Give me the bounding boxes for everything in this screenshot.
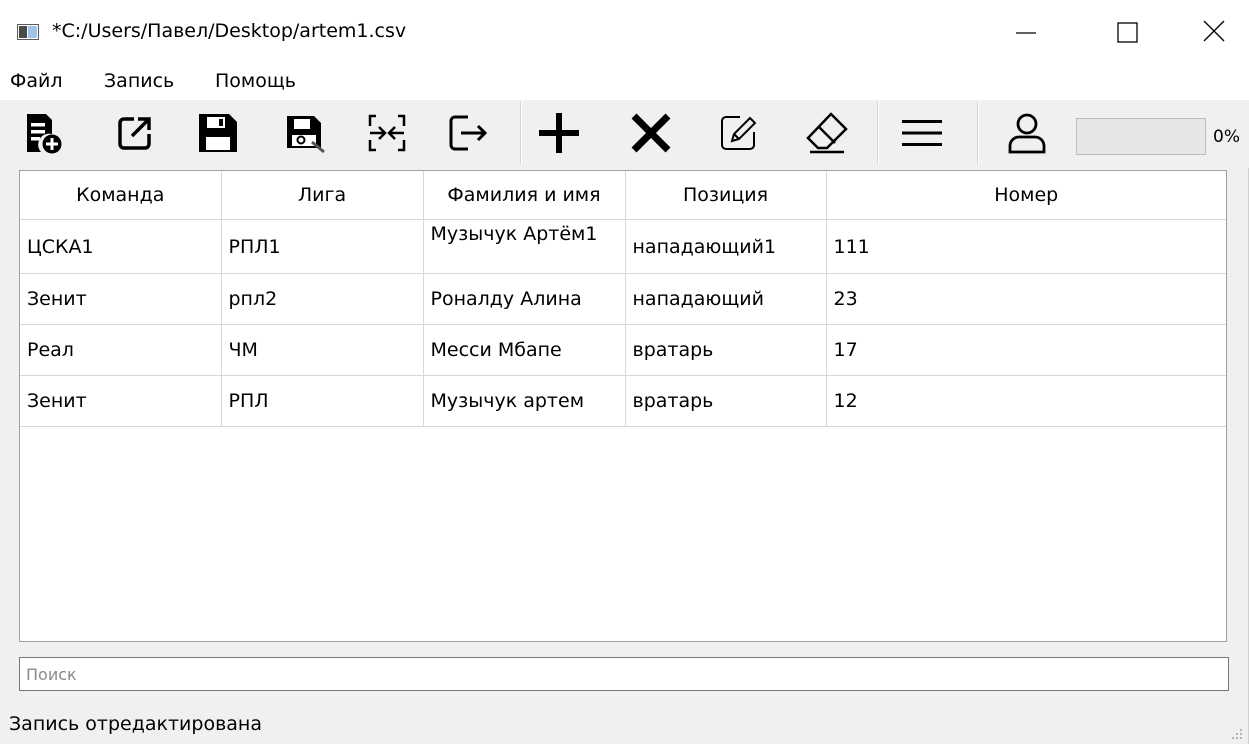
table-cell[interactable]: Реал [20, 324, 222, 376]
column-header-team[interactable]: Команда [20, 171, 222, 220]
convert-button[interactable] [362, 108, 412, 158]
clear-button[interactable] [802, 108, 852, 158]
user-icon [1008, 113, 1046, 154]
delete-record-button[interactable] [626, 108, 676, 158]
edit-record-button[interactable] [714, 108, 764, 158]
table-cell[interactable]: Зенит [20, 375, 222, 427]
table-cell[interactable]: 23 [826, 273, 1226, 325]
table-cell[interactable]: ЦСКА1 [20, 219, 222, 274]
maximize-button[interactable] [1098, 8, 1154, 54]
table-cell[interactable]: нападающий1 [625, 219, 827, 274]
toolbar: 0% [0, 100, 1249, 168]
table-row[interactable]: Зенит рпл2 Роналду Алина нападающий 23 [20, 273, 1226, 325]
exit-button[interactable] [443, 108, 493, 158]
toolbar-separator [520, 102, 522, 164]
table-cell[interactable]: ЧМ [221, 324, 424, 376]
table-cell[interactable]: Зенит [20, 273, 222, 325]
save-icon [199, 114, 237, 152]
save-as-icon [287, 116, 325, 154]
table-cell[interactable]: Музычук Артём1 [423, 219, 626, 274]
column-header-league[interactable]: Лига [221, 171, 424, 220]
column-header-position[interactable]: Позиция [625, 171, 827, 220]
menu-bar: Файл Запись Помощь [0, 62, 1249, 100]
table-cell[interactable]: Музычук артем [423, 375, 626, 427]
new-file-icon [27, 114, 62, 154]
title-bar: *C:/Users/Павел/Desktop/artem1.csv [0, 0, 1249, 62]
column-header-number[interactable]: Номер [826, 171, 1226, 220]
convert-icon [368, 114, 406, 152]
table-row[interactable]: ЦСКА1 РПЛ1 Музычук Артём1 нападающий1 11… [20, 219, 1226, 274]
menu-help[interactable]: Помощь [215, 67, 296, 95]
save-as-button[interactable] [280, 108, 330, 158]
new-file-button[interactable] [19, 108, 69, 158]
table-row[interactable]: Зенит РПЛ Музычук артем вратарь 12 [20, 375, 1226, 427]
menu-record[interactable]: Запись [104, 67, 174, 95]
search-input[interactable] [19, 657, 1229, 691]
close-button[interactable] [1186, 8, 1242, 54]
edit-icon [721, 116, 757, 150]
records-table[interactable]: Команда Лига Фамилия и имя Позиция Номер… [19, 170, 1227, 642]
progress-bar [1076, 118, 1206, 155]
open-external-icon [118, 117, 151, 150]
app-icon [17, 24, 39, 40]
minimize-button[interactable] [998, 8, 1054, 54]
table-cell[interactable]: вратарь [625, 324, 827, 376]
table-cell[interactable]: 111 [826, 219, 1226, 274]
close-icon [1203, 20, 1225, 42]
main-window: *C:/Users/Павел/Desktop/artem1.csv Файл … [0, 0, 1249, 744]
resize-grip-icon[interactable] [1229, 726, 1243, 740]
table-row[interactable]: Реал ЧМ Месси Мбапе вратарь 17 [20, 324, 1226, 376]
minimize-icon [1016, 32, 1036, 34]
eraser-icon [806, 112, 848, 154]
maximize-icon [1117, 22, 1138, 43]
progress-label: 0% [1213, 127, 1240, 147]
menu-icon [902, 120, 942, 146]
window-title: *C:/Users/Павел/Desktop/artem1.csv [52, 20, 407, 42]
save-button[interactable] [193, 108, 243, 158]
exit-icon [449, 115, 488, 151]
table-cell[interactable]: РПЛ1 [221, 219, 424, 274]
open-button[interactable] [110, 108, 160, 158]
toolbar-separator [877, 102, 879, 164]
status-message: Запись отредактирована [9, 713, 262, 735]
delete-icon [631, 113, 671, 153]
table-cell[interactable]: Роналду Алина [423, 273, 626, 325]
table-cell[interactable]: нападающий [625, 273, 827, 325]
status-bar: Запись отредактирована [0, 702, 1249, 744]
user-button[interactable] [1002, 108, 1052, 158]
menu-file[interactable]: Файл [10, 67, 63, 95]
toolbar-separator [977, 102, 979, 164]
table-cell[interactable]: 12 [826, 375, 1226, 427]
add-record-button[interactable] [534, 108, 584, 158]
table-cell[interactable]: РПЛ [221, 375, 424, 427]
list-button[interactable] [897, 108, 947, 158]
column-header-name[interactable]: Фамилия и имя [423, 171, 626, 220]
table-header: Команда Лига Фамилия и имя Позиция Номер [20, 171, 1226, 220]
table-cell[interactable]: 17 [826, 324, 1226, 376]
table-cell[interactable]: Месси Мбапе [423, 324, 626, 376]
add-icon [539, 113, 579, 153]
table-cell[interactable]: вратарь [625, 375, 827, 427]
table-cell[interactable]: рпл2 [221, 273, 424, 325]
